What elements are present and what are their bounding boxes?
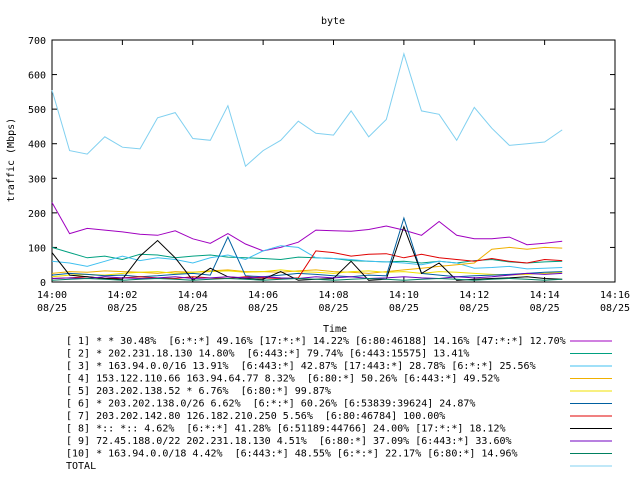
x-tick-label-time: 14:08 xyxy=(318,290,348,301)
x-axis-label: Time xyxy=(323,324,347,335)
x-tick-label-time: 14:00 xyxy=(37,290,67,301)
y-tick-label: 0 xyxy=(40,278,46,289)
y-tick-label: 400 xyxy=(28,140,46,151)
legend-label-9: [ 9] 72.45.188.0/22 202.231.18.130 4.51%… xyxy=(66,436,512,447)
y-tick-label: 300 xyxy=(28,174,46,185)
x-tick-label-date: 08/25 xyxy=(178,303,208,314)
legend-label-8: [ 8] *:: *:: 4.62% [6:*:*] 41.28% [6:511… xyxy=(66,424,506,435)
y-axis-label: traffic (Mbps) xyxy=(6,118,17,202)
series-line-2 xyxy=(51,246,563,264)
y-tick-label: 700 xyxy=(28,36,46,47)
x-tick-label-time: 14:14 xyxy=(530,290,560,301)
x-tick-label-date: 08/25 xyxy=(530,303,560,314)
series-line-1 xyxy=(51,202,563,252)
x-tick-label-time: 14:12 xyxy=(459,290,489,301)
y-tick-label: 600 xyxy=(28,71,46,82)
x-tick-label-date: 08/25 xyxy=(459,303,489,314)
x-tick-label-time: 14:04 xyxy=(178,290,208,301)
x-tick-label-time: 14:16 xyxy=(600,290,630,301)
x-tick-label-date: 08/25 xyxy=(600,303,630,314)
chart: byte traffic (Mbps) Time 0 100 200 300 400 50… xyxy=(6,16,630,472)
series-lines xyxy=(51,51,563,281)
series-line-11 xyxy=(51,51,563,168)
x-tick-label-date: 08/25 xyxy=(389,303,419,314)
series-line-4 xyxy=(51,246,563,274)
legend-label-6: [ 6] * 203.202.138.0/26 6.62% [6:*:*] 60… xyxy=(66,399,475,410)
x-tick-label-date: 08/25 xyxy=(107,303,137,314)
chart-title: byte xyxy=(321,16,345,27)
plot-frame xyxy=(51,39,616,283)
y-tick-label: 500 xyxy=(28,105,46,116)
legend-label-4: [ 4] 153.122.110.66 163.94.64.77 8.32% [… xyxy=(66,374,499,385)
legend-label-5: [ 5] 203.202.138.52 * 6.76% [6:80:*] 99.… xyxy=(66,386,331,397)
x-tick-label-time: 14:02 xyxy=(107,290,137,301)
legend-label-1: [ 1] * * 30.48% [6:*:*] 49.16% [17:*:*] … xyxy=(66,336,566,347)
legend-label-10: [10] * 163.94.0.0/18 4.42% [6:443:*] 48.… xyxy=(66,449,518,460)
y-tick-label: 100 xyxy=(28,243,46,254)
legend: [ 1] * * 30.48% [6:*:*] 49.16% [17:*:*] … xyxy=(66,336,612,472)
legend-label-7: [ 7] 203.202.142.80 126.182.210.250 5.56… xyxy=(66,411,445,422)
x-tick-label-time: 14:10 xyxy=(389,290,419,301)
x-tick-label-date: 08/25 xyxy=(318,303,348,314)
legend-label-11: TOTAL xyxy=(66,461,96,472)
legend-label-3: [ 3] * 163.94.0.0/16 13.91% [6:443:*] 42… xyxy=(66,361,536,372)
y-tick-label: 200 xyxy=(28,209,46,220)
x-tick-label-time: 14:06 xyxy=(248,290,278,301)
x-tick-label-date: 08/25 xyxy=(37,303,67,314)
legend-label-2: [ 2] * 202.231.18.130 14.80% [6:443:*] 7… xyxy=(66,349,469,360)
x-tick-label-date: 08/25 xyxy=(248,303,278,314)
